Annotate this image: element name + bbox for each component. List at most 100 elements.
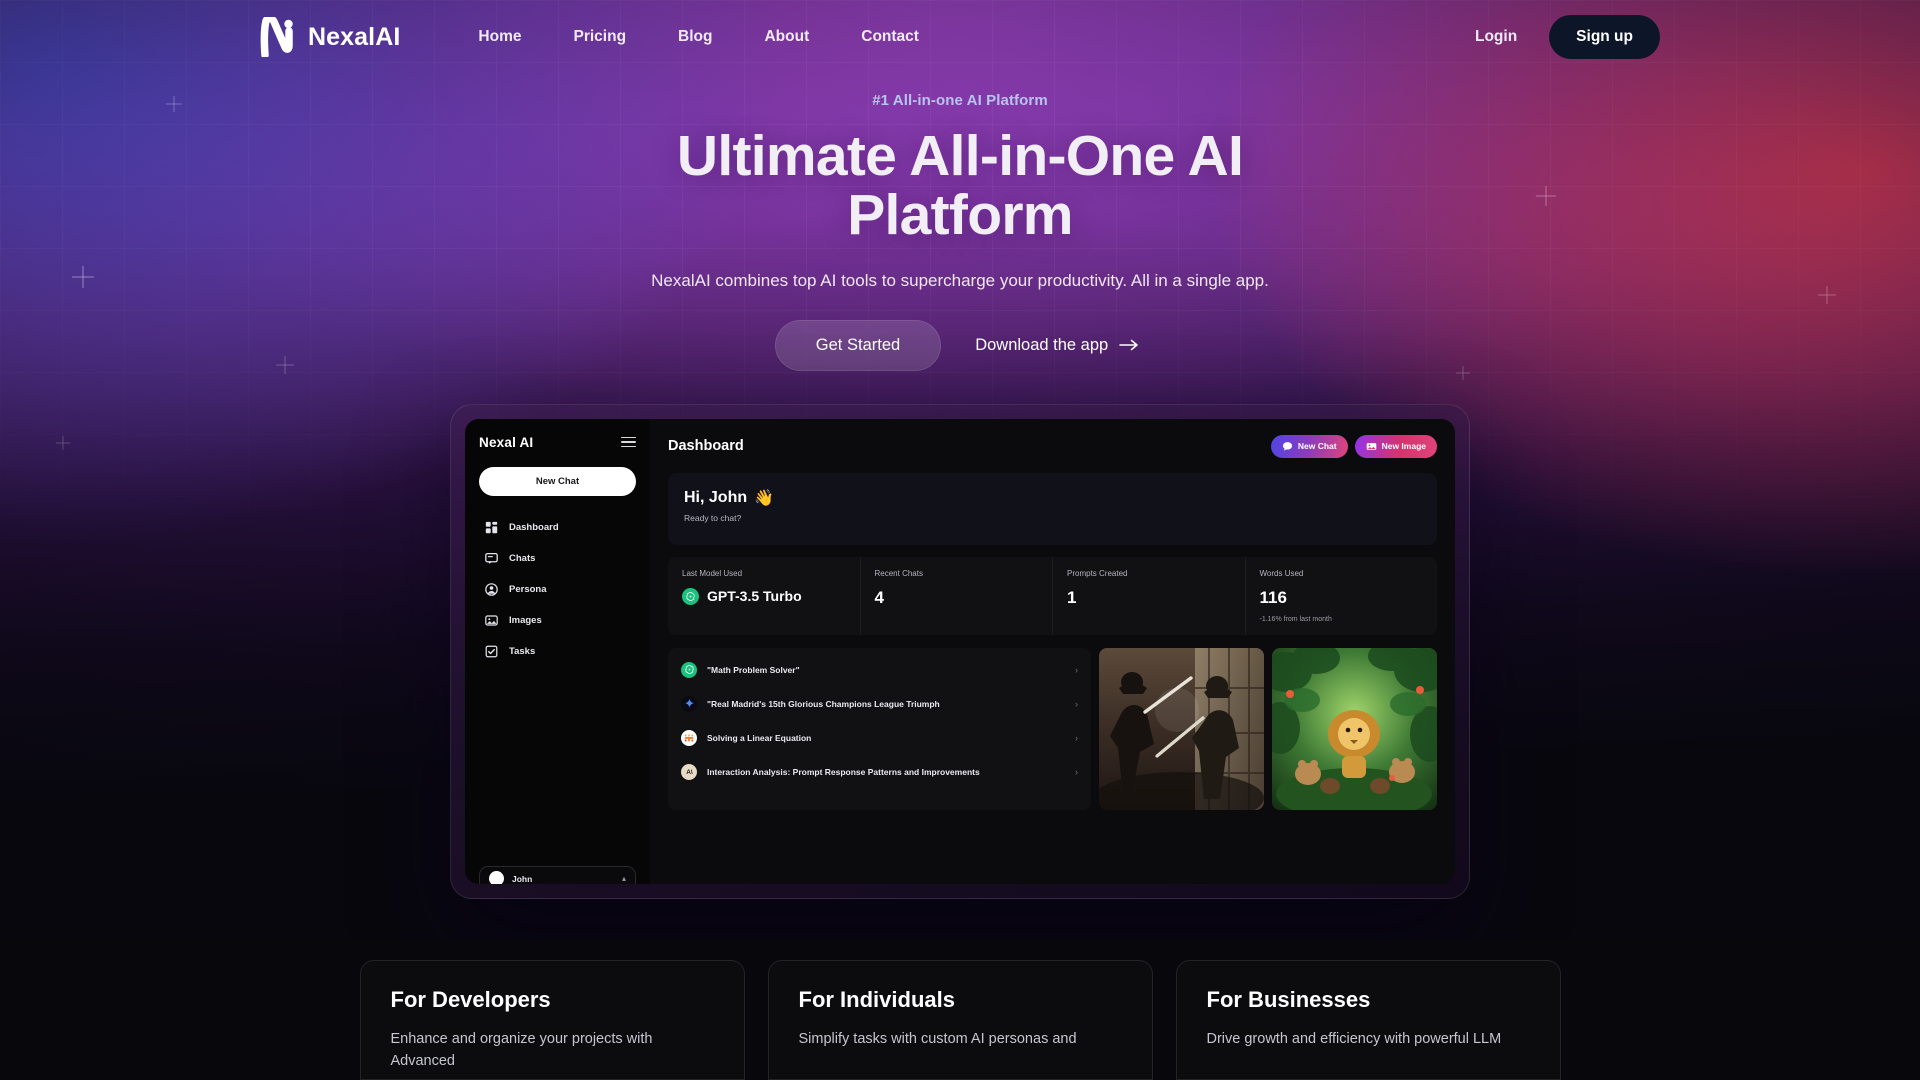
chevron-right-icon: › xyxy=(1075,664,1078,675)
sidebar-item-label: Dashboard xyxy=(509,521,559,533)
nexal-n-logo-icon xyxy=(260,17,293,57)
task-check-icon xyxy=(485,645,498,657)
app-sidebar-title: Nexal AI xyxy=(479,434,534,450)
image-icon xyxy=(485,614,498,626)
avatar xyxy=(489,871,504,884)
image-plus-icon xyxy=(1366,442,1376,450)
hamburger-icon[interactable] xyxy=(621,436,636,448)
sidebar-user-card[interactable]: John ▴ xyxy=(479,865,636,884)
sidebar-item-chats[interactable]: Chats xyxy=(479,545,636,572)
chat-plus-icon xyxy=(1282,441,1292,451)
nav-link-contact[interactable]: Contact xyxy=(835,20,945,54)
new-chat-pill-button[interactable]: New Chat xyxy=(1270,434,1348,458)
hero-eyebrow: #1 All-in-one AI Platform xyxy=(872,92,1048,109)
nav-link-home[interactable]: Home xyxy=(452,20,547,54)
app-preview: Nexal AI New Chat Dashboard Chats Person… xyxy=(465,418,1455,884)
list-item[interactable]: A\ Interaction Analysis: Prompt Response… xyxy=(668,755,1091,789)
greeting-text: Hi, John xyxy=(684,488,748,506)
hero-section: NexalAI Home Pricing Blog About Contact … xyxy=(0,0,1920,940)
list-item[interactable]: "Real Madrid's 15th Glorious Champions L… xyxy=(668,687,1091,721)
nav-link-blog[interactable]: Blog xyxy=(652,20,738,54)
sidebar-item-images[interactable]: Images xyxy=(479,607,636,634)
stat-value: 116 xyxy=(1259,587,1287,607)
chat-bubble-icon xyxy=(485,552,498,564)
sparkle-decoration xyxy=(56,436,70,450)
download-app-label: Download the app xyxy=(975,335,1109,354)
app-preview-frame: Nexal AI New Chat Dashboard Chats Person… xyxy=(450,403,1470,899)
stat-value: 1 xyxy=(1067,587,1077,607)
feature-cards-row: For Developers Enhance and organize your… xyxy=(0,960,1920,1080)
feature-card-description: Enhance and organize your projects with … xyxy=(390,1031,653,1069)
landing-page: NexalAI Home Pricing Blog About Contact … xyxy=(0,0,1920,1080)
chevron-right-icon: › xyxy=(1075,766,1078,777)
feature-card-description: Drive growth and efficiency with powerfu… xyxy=(1206,1031,1502,1047)
recent-chats-list: "Math Problem Solver" › "Real Madrid's 1… xyxy=(668,647,1091,810)
list-item-title: "Real Madrid's 15th Glorious Champions L… xyxy=(707,698,940,709)
new-image-pill-label: New Image xyxy=(1381,441,1426,452)
nav-links: Home Pricing Blog About Contact xyxy=(452,20,1453,54)
greeting-subtitle: Ready to chat? xyxy=(684,512,742,523)
samurai-battle-illustration xyxy=(1099,647,1264,810)
stat-label: Words Used xyxy=(1259,568,1304,578)
new-chat-pill-label: New Chat xyxy=(1297,441,1337,452)
sidebar-item-label: Chats xyxy=(509,552,536,564)
app-sidebar: Nexal AI New Chat Dashboard Chats Person… xyxy=(465,418,650,884)
greeting-title: Hi, John 👋 xyxy=(684,488,1421,508)
dashboard-bottom-row: "Math Problem Solver" › "Real Madrid's 1… xyxy=(668,647,1437,810)
greeting-card: Hi, John 👋 Ready to chat? xyxy=(668,472,1437,545)
nav-link-pricing[interactable]: Pricing xyxy=(548,20,653,54)
new-image-pill-button[interactable]: New Image xyxy=(1354,434,1437,458)
list-item-title: Interaction Analysis: Prompt Response Pa… xyxy=(707,766,980,777)
feature-card-title: For Individuals xyxy=(798,987,955,1012)
sidebar-user-name: John xyxy=(512,873,533,884)
arrow-right-icon xyxy=(1119,339,1139,351)
login-link[interactable]: Login xyxy=(1453,20,1539,54)
gemini-icon xyxy=(681,695,697,712)
chevron-right-icon: › xyxy=(1075,698,1078,709)
feature-card-businesses: For Businesses Drive growth and efficien… xyxy=(1175,960,1561,1080)
get-started-button[interactable]: Get Started xyxy=(774,319,942,371)
signup-button[interactable]: Sign up xyxy=(1549,15,1660,59)
app-main-panel: Dashboard New Chat New Image Hi, John 👋 … xyxy=(650,418,1455,884)
grid-dashboard-icon xyxy=(485,521,498,533)
stat-card-prompts-created: Prompts Created 1 xyxy=(1053,556,1245,635)
stat-card-recent-chats: Recent Chats 4 xyxy=(860,556,1052,635)
top-navigation-bar: NexalAI Home Pricing Blog About Contact … xyxy=(0,0,1920,74)
stat-delta: -1.16% from last month xyxy=(1259,615,1332,623)
nav-link-about[interactable]: About xyxy=(738,20,835,54)
app-main-header: Dashboard New Chat New Image xyxy=(668,434,1437,458)
stat-value-text: GPT-3.5 Turbo xyxy=(707,588,802,605)
list-item[interactable]: Solving a Linear Equation › xyxy=(668,721,1091,755)
feature-card-description: Simplify tasks with custom AI personas a… xyxy=(798,1031,1077,1047)
list-item[interactable]: "Math Problem Solver" › xyxy=(668,653,1091,687)
stat-label: Recent Chats xyxy=(874,568,923,578)
stat-value: 4 xyxy=(874,587,884,607)
chevron-right-icon: › xyxy=(1075,732,1078,743)
stat-value: GPT-3.5 Turbo xyxy=(682,587,846,605)
generated-image-samurai[interactable] xyxy=(1099,647,1264,810)
brand-name: NexalAI xyxy=(308,22,401,51)
mistral-icon xyxy=(681,729,697,746)
feature-card-developers: For Developers Enhance and organize your… xyxy=(359,960,745,1080)
app-page-title: Dashboard xyxy=(668,438,744,455)
sidebar-item-label: Persona xyxy=(509,583,547,595)
sidebar-item-dashboard[interactable]: Dashboard xyxy=(479,514,636,541)
brand-logo[interactable]: NexalAI xyxy=(260,17,400,57)
sidebar-item-label: Tasks xyxy=(509,645,536,657)
wave-emoji-icon: 👋 xyxy=(754,489,775,507)
sidebar-item-tasks[interactable]: Tasks xyxy=(479,638,636,665)
sidebar-item-persona[interactable]: Persona xyxy=(479,576,636,603)
stat-card-last-model: Last Model Used GPT-3.5 Turbo xyxy=(668,556,860,635)
page-title: Ultimate All-in-One AI Platform xyxy=(676,124,1244,248)
lion-and-animals-jungle-illustration xyxy=(1272,647,1437,810)
download-app-button[interactable]: Download the app xyxy=(969,322,1145,369)
feature-card-title: For Developers xyxy=(390,987,551,1012)
sidebar-item-label: Images xyxy=(509,614,542,626)
app-sidebar-nav: Dashboard Chats Persona Images Tasks xyxy=(479,514,636,665)
generated-image-jungle[interactable] xyxy=(1272,647,1437,810)
hero-copy: #1 All-in-one AI Platform Ultimate All-i… xyxy=(0,74,1920,371)
openai-icon xyxy=(681,661,697,678)
new-chat-button[interactable]: New Chat xyxy=(479,466,636,496)
list-item-title: "Math Problem Solver" xyxy=(707,664,800,675)
chevron-up-icon: ▴ xyxy=(621,874,626,884)
